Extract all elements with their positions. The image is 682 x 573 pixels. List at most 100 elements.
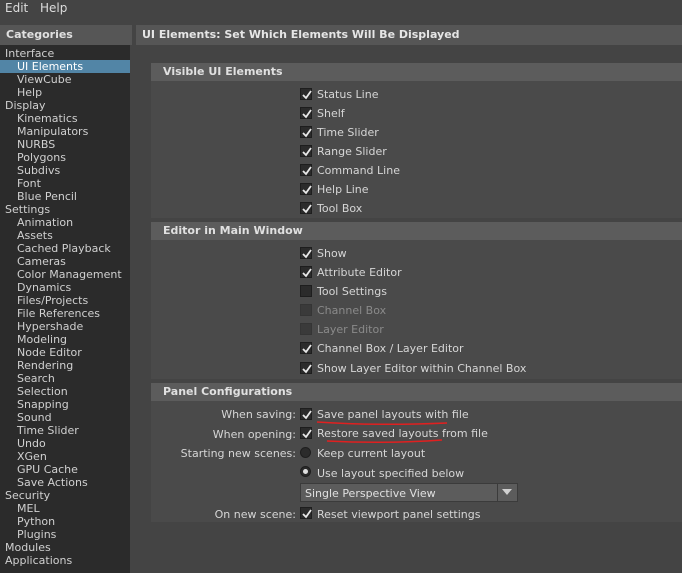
editor-element-label: Tool Settings (317, 285, 387, 298)
page-title: UI Elements: Set Which Elements Will Be … (142, 28, 460, 41)
category-item[interactable]: Save Actions (0, 476, 130, 489)
menu-help[interactable]: Help (40, 1, 67, 15)
category-item[interactable]: NURBS (0, 138, 130, 151)
visible-ui-element-label: Range Slider (317, 145, 387, 158)
category-item[interactable]: Selection (0, 385, 130, 398)
on-new-scene-label: On new scene: (214, 508, 296, 521)
category-item[interactable]: Animation (0, 216, 130, 229)
category-item[interactable]: Assets (0, 229, 130, 242)
editor-element-label: Channel Box (317, 304, 387, 317)
visible-ui-element-checkbox[interactable] (300, 88, 312, 100)
checkmark-icon (302, 429, 312, 439)
section-panel-configurations[interactable]: Panel Configurations (151, 383, 682, 401)
category-item[interactable]: Search (0, 372, 130, 385)
category-item[interactable]: Security (0, 489, 130, 502)
editor-element-checkbox[interactable] (300, 342, 312, 354)
section-editor-main-window[interactable]: Editor in Main Window (151, 222, 682, 240)
category-item[interactable]: Modeling (0, 333, 130, 346)
checkmark-icon (302, 204, 312, 214)
editor-element-checkbox[interactable] (300, 266, 312, 278)
menu-edit[interactable]: Edit (5, 1, 28, 15)
categories-header: Categories (0, 25, 132, 45)
visible-ui-element-label: Shelf (317, 107, 345, 120)
page-header: UI Elements: Set Which Elements Will Be … (136, 25, 682, 45)
use-layout-below-radio[interactable] (300, 466, 311, 477)
category-item[interactable]: MEL (0, 502, 130, 515)
checkmark-icon (302, 268, 312, 278)
category-item[interactable]: Hypershade (0, 320, 130, 333)
category-item[interactable]: Rendering (0, 359, 130, 372)
checkmark-icon (302, 128, 312, 138)
checkmark-icon (302, 185, 312, 195)
reset-viewport-checkbox[interactable] (300, 507, 312, 519)
category-item[interactable]: Dynamics (0, 281, 130, 294)
category-item[interactable]: Polygons (0, 151, 130, 164)
editor-element-checkbox (300, 304, 312, 316)
category-item[interactable]: Display (0, 99, 130, 112)
visible-ui-element-checkbox[interactable] (300, 145, 312, 157)
category-item[interactable]: Time Slider (0, 424, 130, 437)
category-item[interactable]: Manipulators (0, 125, 130, 138)
category-item[interactable]: Settings (0, 203, 130, 216)
checkmark-icon (302, 166, 312, 176)
category-item[interactable]: Snapping (0, 398, 130, 411)
layout-dropdown[interactable]: Single Perspective View (300, 483, 518, 502)
category-item[interactable]: Files/Projects (0, 294, 130, 307)
category-item[interactable]: Help (0, 86, 130, 99)
visible-ui-element-checkbox[interactable] (300, 202, 312, 214)
section-title: Visible UI Elements (163, 65, 283, 78)
editor-element-label: Layer Editor (317, 323, 384, 336)
visible-ui-element-label: Status Line (317, 88, 379, 101)
category-item[interactable]: Blue Pencil (0, 190, 130, 203)
visible-ui-element-label: Tool Box (317, 202, 363, 215)
category-item[interactable]: Cached Playback (0, 242, 130, 255)
editor-main-window-panel: Show Attribute Editor Tool Settings Channel… (151, 240, 682, 379)
category-item[interactable]: Undo (0, 437, 130, 450)
editor-element-checkbox[interactable] (300, 247, 312, 259)
visible-ui-element-checkbox[interactable] (300, 183, 312, 195)
category-item[interactable]: Python (0, 515, 130, 528)
editor-element-label: Attribute Editor (317, 266, 402, 279)
category-item[interactable]: Color Management (0, 268, 130, 281)
chevron-down-icon (502, 489, 512, 495)
checkmark-icon (302, 344, 312, 354)
editor-element-label: Show Layer Editor within Channel Box (317, 362, 527, 375)
save-layouts-checkbox[interactable] (300, 408, 312, 420)
category-item[interactable]: GPU Cache (0, 463, 130, 476)
category-item[interactable]: Font (0, 177, 130, 190)
categories-title: Categories (6, 28, 73, 41)
category-item[interactable]: Cameras (0, 255, 130, 268)
keep-current-layout-radio[interactable] (300, 447, 311, 458)
category-item[interactable]: ViewCube (0, 73, 130, 86)
visible-ui-element-label: Help Line (317, 183, 369, 196)
checkmark-icon (302, 509, 312, 519)
category-item[interactable]: Kinematics (0, 112, 130, 125)
category-item[interactable]: File References (0, 307, 130, 320)
category-item[interactable]: Node Editor (0, 346, 130, 359)
restore-layouts-checkbox[interactable] (300, 427, 312, 439)
category-item[interactable]: Plugins (0, 528, 130, 541)
category-item[interactable]: Interface (0, 47, 130, 60)
section-title: Editor in Main Window (163, 224, 303, 237)
visible-ui-element-label: Time Slider (317, 126, 379, 139)
editor-element-checkbox[interactable] (300, 285, 312, 297)
category-item[interactable]: UI Elements (0, 60, 130, 73)
category-item[interactable]: Subdivs (0, 164, 130, 177)
category-item[interactable]: XGen (0, 450, 130, 463)
dropdown-arrow[interactable] (497, 484, 517, 501)
menu-bar: Edit Help (0, 0, 682, 18)
category-item[interactable]: Modules (0, 541, 130, 554)
editor-element-label: Channel Box / Layer Editor (317, 342, 464, 355)
editor-element-checkbox[interactable] (300, 362, 312, 374)
categories-list[interactable]: Interface UI Elements ViewCube Help Display K… (0, 45, 130, 573)
radio-selected-dot (303, 469, 308, 474)
category-item[interactable]: Sound (0, 411, 130, 424)
use-layout-below-label: Use layout specified below (317, 467, 465, 480)
visible-ui-element-label: Command Line (317, 164, 400, 177)
category-item[interactable]: Applications (0, 554, 130, 567)
visible-ui-element-checkbox[interactable] (300, 107, 312, 119)
visible-ui-element-checkbox[interactable] (300, 164, 312, 176)
checkmark-icon (302, 249, 312, 259)
visible-ui-element-checkbox[interactable] (300, 126, 312, 138)
section-visible-ui-elements[interactable]: Visible UI Elements (151, 63, 682, 81)
